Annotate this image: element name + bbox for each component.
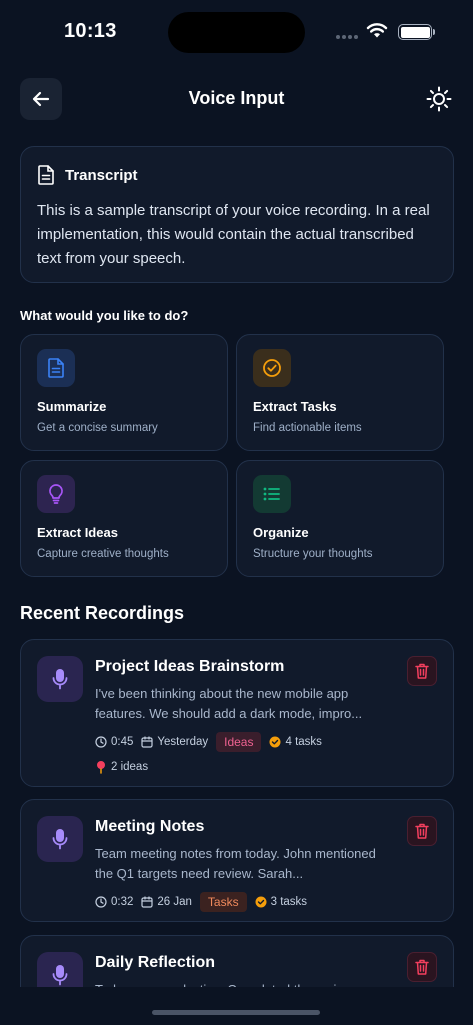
trash-icon xyxy=(415,959,429,975)
clock-icon xyxy=(95,736,107,748)
clock-icon xyxy=(95,896,107,908)
recording-idea-count-row: 2 ideas xyxy=(95,760,393,774)
page-title: Voice Input xyxy=(188,88,285,108)
recording-preview: I've been thinking about the new mobile … xyxy=(95,686,363,721)
recording-date: Yesterday xyxy=(157,736,209,748)
transcript-text: This is a sample transcript of your voic… xyxy=(37,202,430,267)
microphone-icon xyxy=(37,816,83,862)
battery-icon xyxy=(398,24,435,40)
delete-button[interactable] xyxy=(407,816,437,846)
lightbulb-icon xyxy=(37,475,75,513)
recording-date: 26 Jan xyxy=(157,896,192,908)
delete-button[interactable] xyxy=(407,952,437,982)
tasks-tag: Tasks xyxy=(199,892,247,912)
ideas-tag: Ideas xyxy=(216,732,262,752)
summarize-button[interactable]: Summarize Get a concise summary xyxy=(20,334,228,451)
bottom-safe-area xyxy=(0,987,473,1025)
trash-icon xyxy=(415,823,429,839)
recording-card[interactable]: Project Ideas Brainstorm I've been think… xyxy=(20,639,454,787)
theme-toggle-button[interactable] xyxy=(424,84,454,114)
status-bar: 10:13 xyxy=(0,0,473,64)
extract-ideas-button[interactable]: Extract Ideas Capture creative thoughts xyxy=(20,460,228,577)
action-title: Organize xyxy=(253,525,309,540)
recording-title: Daily Reflection xyxy=(95,954,216,971)
recording-meta: 0:32 26 Jan Tasks 3 tasks xyxy=(95,892,393,912)
recording-idea-count: 2 ideas xyxy=(111,761,149,773)
action-subtitle: Structure your thoughts xyxy=(253,548,373,560)
transcript-title: Transcript xyxy=(65,166,138,184)
recording-title: Meeting Notes xyxy=(95,818,205,835)
status-time: 10:13 xyxy=(64,20,117,42)
check-circle-icon xyxy=(255,896,267,908)
recording-card[interactable]: Meeting Notes Team meeting notes from to… xyxy=(20,799,454,922)
sun-icon xyxy=(426,86,452,112)
home-indicator[interactable] xyxy=(152,1010,320,1015)
trash-icon xyxy=(415,663,429,679)
recording-title: Project Ideas Brainstorm xyxy=(95,658,285,675)
recording-duration: 0:32 xyxy=(111,896,134,908)
document-icon xyxy=(37,349,75,387)
check-circle-icon xyxy=(269,736,281,748)
app-header: Voice Input xyxy=(0,76,473,120)
recording-duration: 0:45 xyxy=(111,736,134,748)
recent-recordings-heading: Recent Recordings xyxy=(20,603,185,623)
document-icon xyxy=(38,165,54,185)
check-circle-icon xyxy=(253,349,291,387)
calendar-icon xyxy=(141,896,153,908)
transcript-card: Transcript This is a sample transcript o… xyxy=(20,146,454,283)
recording-preview: Team meeting notes from today. John ment… xyxy=(95,846,376,881)
signal-icon xyxy=(336,35,358,39)
extract-tasks-button[interactable]: Extract Tasks Find actionable items xyxy=(236,334,444,451)
recording-meta: 0:45 Yesterday Ideas 4 tasks xyxy=(95,732,393,752)
microphone-icon xyxy=(37,656,83,702)
recording-task-count: 4 tasks xyxy=(285,736,322,748)
action-title: Extract Tasks xyxy=(253,399,337,414)
organize-button[interactable]: Organize Structure your thoughts xyxy=(236,460,444,577)
calendar-icon xyxy=(141,736,153,748)
action-subtitle: Get a concise summary xyxy=(37,422,158,434)
section-heading-actions: What would you like to do? xyxy=(20,308,189,323)
delete-button[interactable] xyxy=(407,656,437,686)
action-subtitle: Capture creative thoughts xyxy=(37,548,169,560)
action-subtitle: Find actionable items xyxy=(253,422,362,434)
list-icon xyxy=(253,475,291,513)
action-title: Summarize xyxy=(37,399,107,414)
pin-icon xyxy=(97,761,105,774)
recording-task-count: 3 tasks xyxy=(270,896,308,908)
wifi-icon xyxy=(366,23,388,38)
action-title: Extract Ideas xyxy=(37,525,118,540)
dynamic-island xyxy=(168,12,305,53)
